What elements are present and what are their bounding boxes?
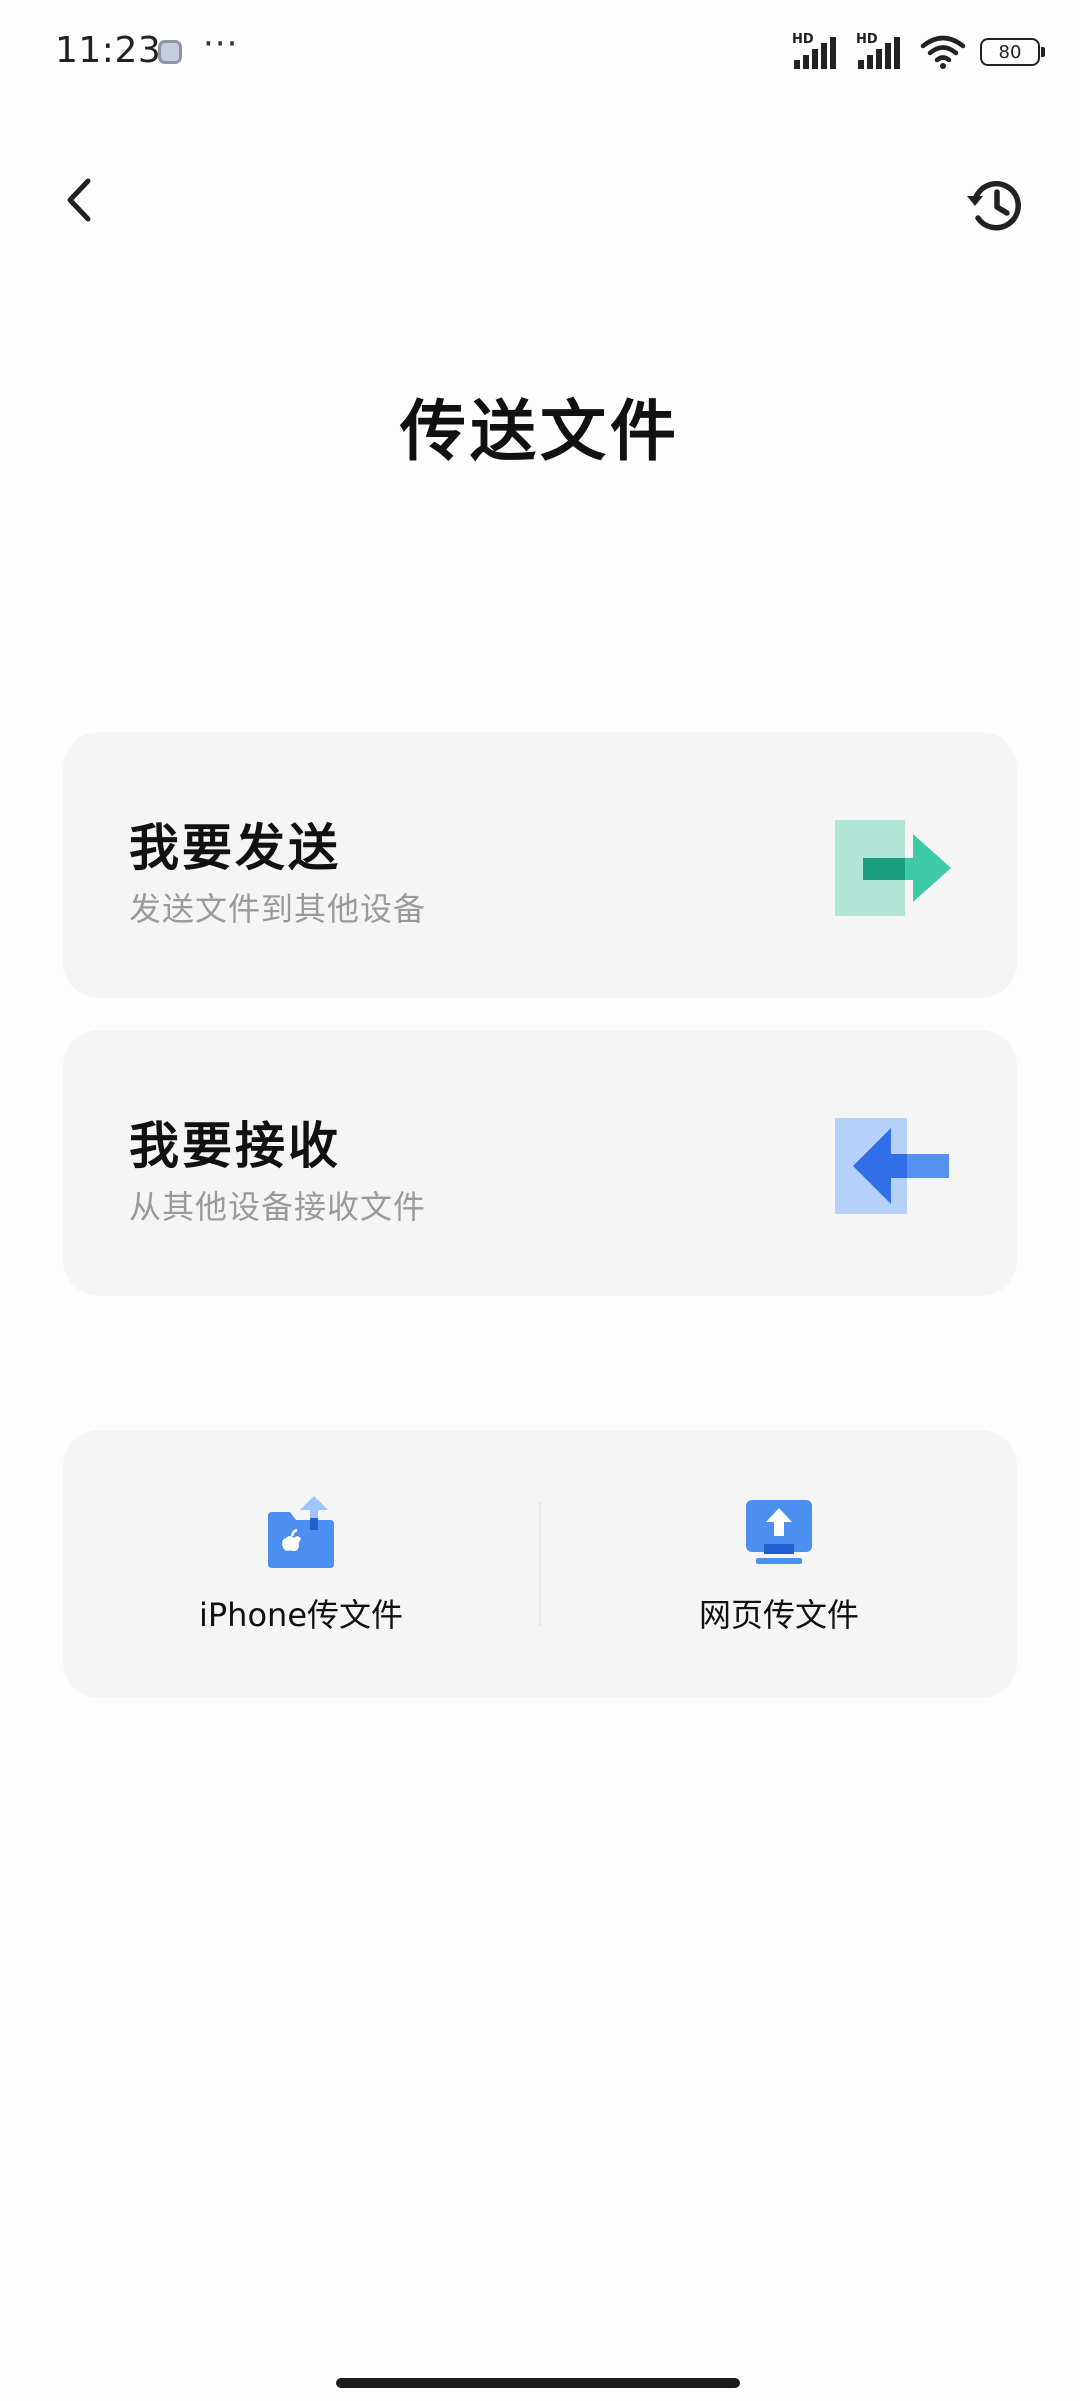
receive-card[interactable]: 我要接收 从其他设备接收文件 bbox=[63, 1030, 1017, 1296]
status-bar: 11:23 ··· HD HD 80 bbox=[0, 0, 1080, 105]
status-more-icon: ··· bbox=[203, 24, 239, 64]
back-button[interactable] bbox=[50, 170, 110, 230]
send-card-title: 我要发送 bbox=[129, 819, 341, 877]
receive-card-subtitle: 从其他设备接收文件 bbox=[129, 1188, 427, 1226]
iphone-transfer-label: iPhone传文件 bbox=[198, 1596, 404, 1634]
status-indicators: HD HD 80 bbox=[792, 32, 1045, 72]
status-time: 11:23 bbox=[55, 30, 162, 71]
chevron-left-icon bbox=[67, 178, 91, 222]
history-clock-icon bbox=[967, 181, 1021, 231]
signal-icon: HD bbox=[792, 32, 842, 70]
history-button[interactable] bbox=[962, 172, 1028, 238]
transfer-options-panel: iPhone传文件 网页传文件 bbox=[63, 1430, 1017, 1698]
home-indicator[interactable] bbox=[336, 2378, 740, 2388]
web-upload-monitor-icon bbox=[746, 1500, 812, 1564]
iphone-folder-upload-icon bbox=[268, 1496, 334, 1568]
send-arrow-icon bbox=[835, 820, 951, 916]
wifi-icon bbox=[920, 35, 966, 69]
web-transfer-label: 网页传文件 bbox=[698, 1596, 859, 1634]
send-card[interactable]: 我要发送 发送文件到其他设备 bbox=[63, 732, 1017, 998]
iphone-transfer-option[interactable]: iPhone传文件 bbox=[63, 1430, 539, 1698]
send-card-subtitle: 发送文件到其他设备 bbox=[129, 890, 427, 928]
battery-level: 80 bbox=[998, 41, 1022, 63]
battery-icon: 80 bbox=[980, 38, 1045, 66]
web-transfer-option[interactable]: 网页传文件 bbox=[541, 1430, 1017, 1698]
notification-app-icon bbox=[158, 40, 182, 64]
receive-arrow-icon bbox=[835, 1118, 949, 1214]
page-title: 传送文件 bbox=[400, 393, 680, 470]
signal-icon: HD bbox=[856, 32, 906, 70]
receive-card-title: 我要接收 bbox=[129, 1117, 341, 1175]
